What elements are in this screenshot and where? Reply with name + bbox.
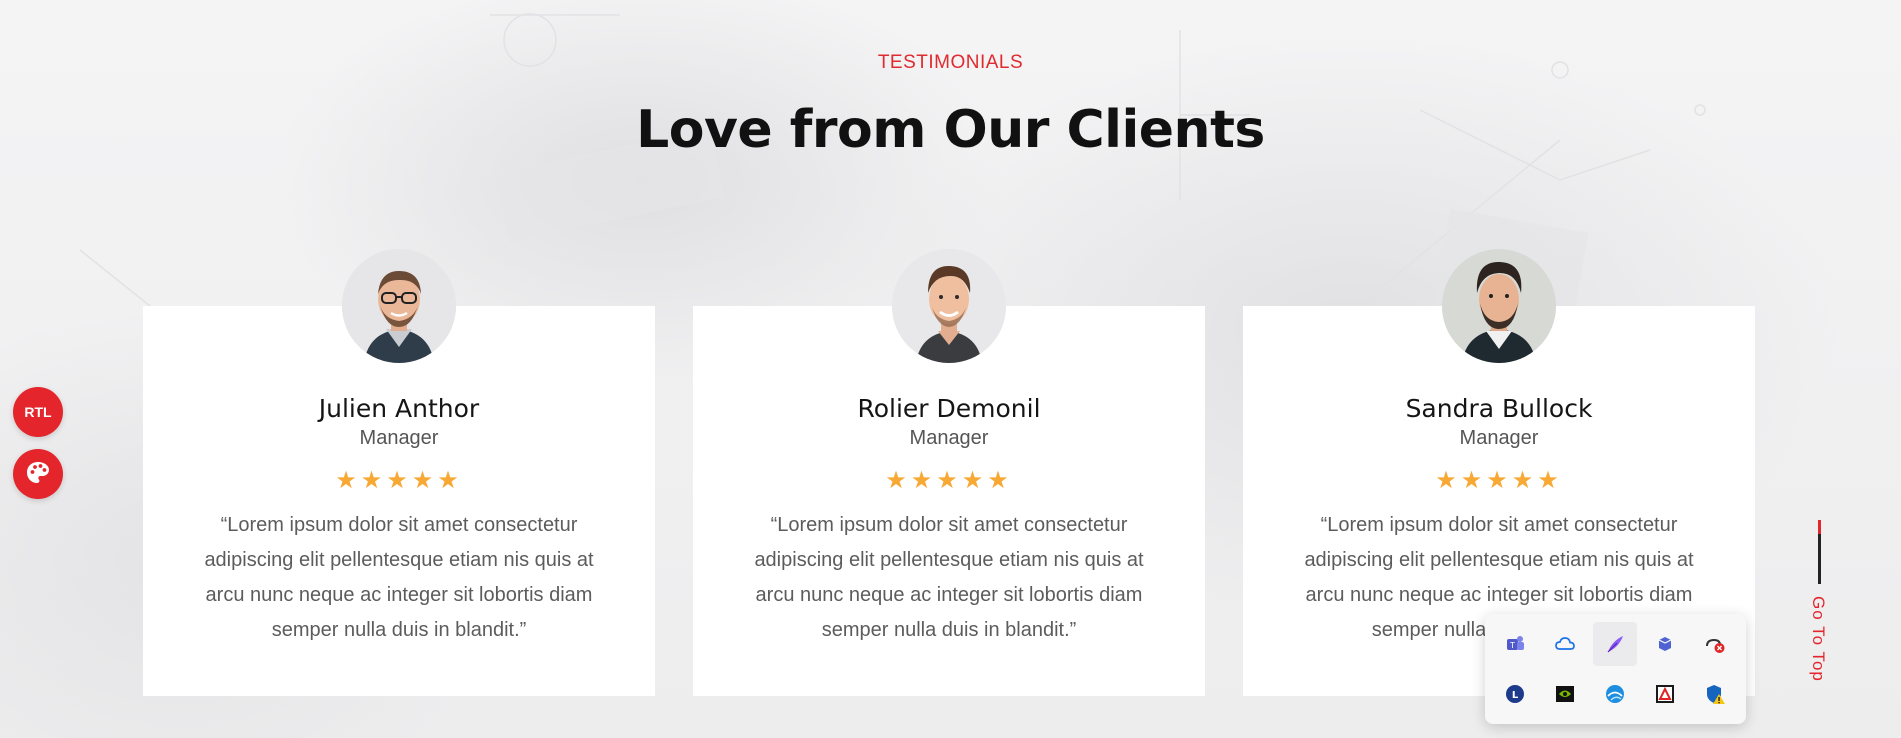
pdf-icon[interactable] (1643, 672, 1687, 716)
go-to-top-label: Go To Top (1809, 596, 1828, 682)
testimonial-role: Manager (909, 427, 989, 449)
testimonial-name: Julien Anthor (318, 394, 480, 423)
box-icon[interactable] (1643, 622, 1687, 666)
theme-palette-button[interactable] (13, 449, 63, 499)
globe-icon[interactable] (1593, 672, 1637, 716)
scroll-progress-line (1818, 520, 1821, 584)
testimonial-quote: “Lorem ipsum dolor sit amet consectetur … (204, 514, 594, 641)
shield-warning-icon[interactable] (1693, 672, 1737, 716)
testimonial-name: Rolier Demonil (857, 394, 1041, 423)
rtl-toggle-button[interactable]: RTL (13, 387, 63, 437)
section-title: Love from Our Clients (636, 100, 1265, 160)
nvidia-icon[interactable] (1543, 672, 1587, 716)
star-rating: ★★★★★ (335, 467, 463, 494)
avatar (342, 249, 456, 363)
testimonial-role: Manager (1459, 427, 1539, 449)
testimonial-name: Sandra Bullock (1405, 394, 1593, 423)
testimonial-card: Julien Anthor Manager ★★★★★ “Lorem ipsum… (143, 249, 655, 696)
testimonial-card: Rolier Demonil Manager ★★★★★ “Lorem ipsu… (693, 249, 1205, 696)
testimonial-quote: “Lorem ipsum dolor sit amet consectetur … (754, 514, 1144, 641)
go-to-top-button[interactable]: Go To Top (1800, 520, 1840, 690)
feather-icon[interactable] (1593, 622, 1637, 666)
star-rating: ★★★★★ (885, 467, 1013, 494)
section-tag: TESTIMONIALS (877, 52, 1024, 73)
testimonial-role: Manager (359, 427, 439, 449)
svg-text:L: L (1512, 690, 1519, 701)
avatar (892, 249, 1006, 363)
cloud-icon[interactable] (1543, 622, 1587, 666)
svg-text:T: T (1509, 641, 1515, 650)
teams-icon[interactable]: T (1493, 622, 1537, 666)
system-tray-popup: T L (1485, 614, 1746, 724)
l-circle-icon[interactable]: L (1493, 672, 1537, 716)
network-error-icon[interactable] (1693, 622, 1737, 666)
avatar (1442, 249, 1556, 363)
star-rating: ★★★★★ (1435, 467, 1563, 494)
palette-icon (25, 460, 51, 489)
